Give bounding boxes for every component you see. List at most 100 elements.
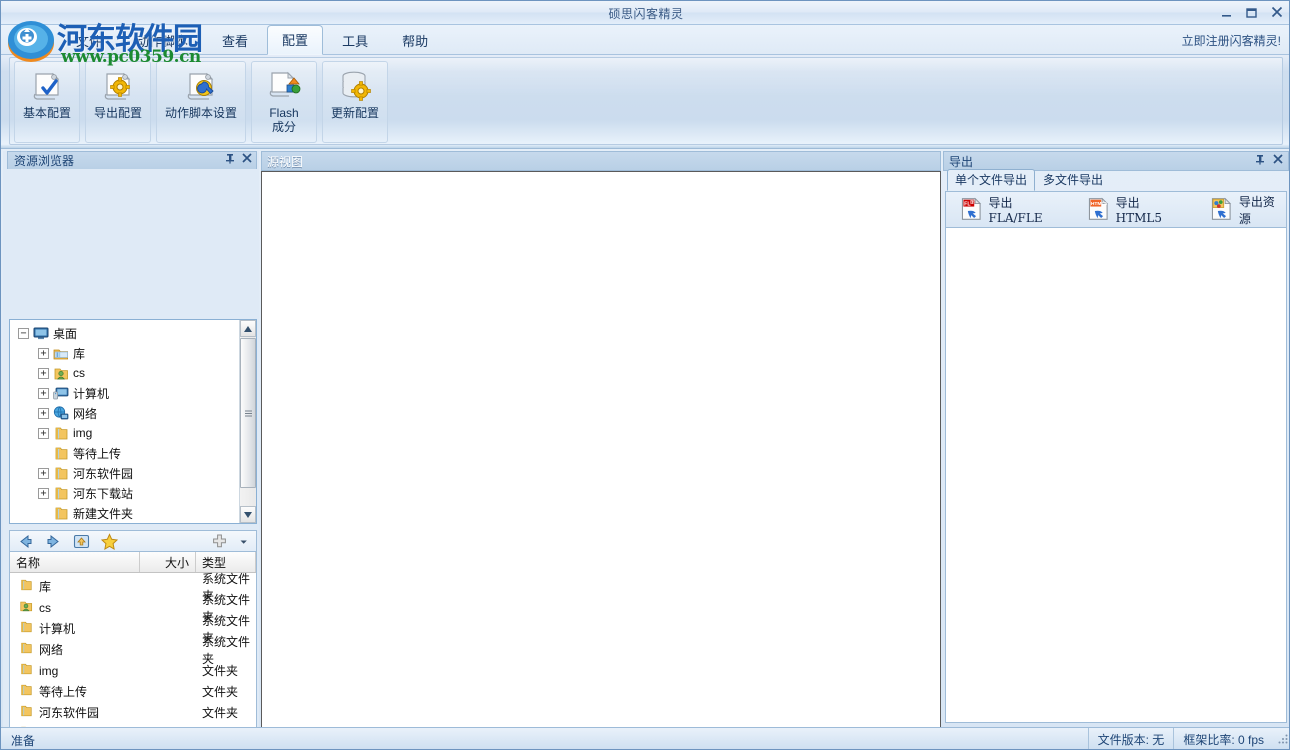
actionscript-settings-button[interactable]: 动作脚本设置 bbox=[156, 61, 246, 143]
title-bar: 硕思闪客精灵 bbox=[1, 1, 1289, 25]
scroll-gear-icon bbox=[104, 72, 131, 100]
export-resource-button[interactable]: 导出资源 bbox=[1210, 193, 1286, 227]
status-bar: 准备 文件版本: 无 框架比率: 0 fps bbox=[1, 727, 1289, 749]
register-link[interactable]: 立即注册闪客精灵! bbox=[1182, 32, 1281, 49]
tree-item-pending-upload[interactable]: 等待上传 bbox=[10, 443, 238, 463]
minimize-icon[interactable] bbox=[1218, 4, 1235, 20]
ribbon-group: 基本配置 导出配置 动作脚本设置 Flash 成分 更新配置 bbox=[9, 57, 1283, 145]
scroll-shapes-icon bbox=[269, 71, 301, 97]
folder-icon bbox=[55, 467, 68, 479]
window-title: 硕思闪客精灵 bbox=[608, 7, 684, 21]
table-row[interactable]: 等待上传 文件夹 bbox=[10, 681, 256, 702]
tab-label: 多文件导出 bbox=[1043, 173, 1104, 187]
no-expander bbox=[38, 448, 49, 459]
ribbon-label-line2: 成分 bbox=[271, 120, 296, 134]
svg-text:HTML5: HTML5 bbox=[1091, 201, 1108, 207]
tab-multi-file-export[interactable]: 多文件导出 bbox=[1035, 169, 1111, 191]
expand-icon[interactable]: + bbox=[38, 407, 49, 419]
tab-label: 单个文件导出 bbox=[955, 173, 1028, 187]
table-row[interactable]: 河东软件园 文件夹 bbox=[10, 702, 256, 723]
update-config-button[interactable]: 更新配置 bbox=[322, 61, 388, 143]
expand-icon[interactable]: + bbox=[38, 467, 49, 479]
menu-label: 配置 bbox=[282, 33, 309, 48]
tree-item-img[interactable]: + img bbox=[10, 423, 238, 443]
tree-item-cs[interactable]: + cs bbox=[10, 363, 238, 383]
source-view-header: 源视图 bbox=[261, 151, 941, 171]
flash-components-button[interactable]: Flash 成分 bbox=[251, 61, 317, 143]
column-header-name[interactable]: 名称 bbox=[10, 552, 140, 572]
scroll-down-button[interactable] bbox=[240, 506, 256, 523]
menu-item-view[interactable]: 查看 bbox=[207, 26, 263, 55]
tree-item-library[interactable]: + 库 bbox=[10, 343, 238, 363]
column-header-size[interactable]: 大小 bbox=[140, 552, 196, 572]
source-view-canvas[interactable] bbox=[261, 171, 941, 749]
user-folder-icon bbox=[19, 599, 39, 616]
expand-icon[interactable]: + bbox=[38, 347, 49, 359]
file-name-label: 等待上传 bbox=[39, 685, 88, 699]
scroll-thumb[interactable] bbox=[240, 338, 256, 488]
collapse-icon[interactable]: − bbox=[18, 327, 29, 339]
resource-browser-panel: 资源浏览器 − 桌面 + 库 + cs + 计算机 + 网络 + img 等待上… bbox=[3, 151, 259, 749]
expand-icon[interactable]: + bbox=[38, 367, 49, 379]
tree-item-desktop[interactable]: − 桌面 bbox=[10, 323, 238, 343]
tree-item-network[interactable]: + 网络 bbox=[10, 403, 238, 423]
tree-label: 等待上传 bbox=[73, 446, 122, 461]
ribbon-label: 基本配置 bbox=[22, 106, 71, 120]
favorites-star-icon[interactable] bbox=[100, 532, 119, 550]
tree-item-hedong-software[interactable]: + 河东软件园 bbox=[10, 463, 238, 483]
pin-icon[interactable] bbox=[1255, 154, 1265, 169]
dropdown-arrow-icon[interactable] bbox=[238, 533, 250, 550]
tree-item-computer[interactable]: + 计算机 bbox=[10, 383, 238, 403]
export-panel-header: 导出 bbox=[943, 151, 1289, 171]
html5-export-icon: HTML5 bbox=[1089, 197, 1109, 220]
close-icon[interactable] bbox=[1268, 4, 1285, 20]
menu-item-config[interactable]: 配置 bbox=[267, 25, 324, 55]
expand-icon[interactable]: + bbox=[38, 387, 49, 399]
network-icon bbox=[53, 405, 69, 419]
back-arrow-icon[interactable] bbox=[16, 533, 35, 550]
file-list[interactable]: 名称 大小 类型 库系统文件夹 cs 系统文件夹 计算机 系统文件夹 网络 系统文件夹 img… bbox=[9, 552, 257, 749]
cell-name: 河东软件园 bbox=[10, 704, 140, 721]
menu-item-help[interactable]: 帮助 bbox=[387, 26, 443, 55]
tree-vertical-scrollbar[interactable] bbox=[239, 320, 256, 523]
close-icon[interactable] bbox=[1273, 154, 1283, 169]
menu-bar: 文件 动作脚本 查看 配置 工具 帮助 立即注册闪客精灵! bbox=[1, 25, 1289, 55]
export-tabs: 单个文件导出 多文件导出 bbox=[943, 169, 1289, 191]
table-row[interactable]: img 文件夹 bbox=[10, 660, 256, 681]
menu-item-file[interactable]: 文件 bbox=[61, 26, 117, 55]
menu-label: 工具 bbox=[342, 34, 369, 49]
export-html5-button[interactable]: HTML5 导出 HTML5 bbox=[1087, 194, 1188, 225]
add-plus-icon[interactable] bbox=[210, 533, 229, 550]
table-row[interactable]: 网络 系统文件夹 bbox=[10, 635, 256, 666]
fla-export-icon: FL Fx bbox=[961, 197, 982, 220]
window-controls bbox=[1218, 4, 1285, 20]
close-icon[interactable] bbox=[242, 153, 252, 168]
maximize-icon[interactable] bbox=[1243, 4, 1260, 20]
export-panel-body[interactable] bbox=[945, 228, 1287, 723]
export-button-label: 导出资源 bbox=[1238, 194, 1275, 226]
resize-grip-icon[interactable] bbox=[1278, 734, 1288, 744]
expand-icon[interactable]: + bbox=[38, 487, 49, 499]
resource-export-icon bbox=[1212, 197, 1232, 220]
forward-arrow-icon[interactable] bbox=[44, 533, 63, 550]
basic-config-button[interactable]: 基本配置 bbox=[14, 61, 80, 143]
tree-item-new-folder[interactable]: 新建文件夹 bbox=[10, 503, 238, 523]
tree-label: 计算机 bbox=[73, 386, 110, 401]
folder-tree[interactable]: − 桌面 + 库 + cs + 计算机 + 网络 + img 等待上传 + 河东… bbox=[9, 319, 257, 524]
ribbon-buttons: 基本配置 导出配置 动作脚本设置 Flash 成分 更新配置 bbox=[14, 61, 393, 143]
tree-label: img bbox=[73, 426, 93, 440]
pin-icon[interactable] bbox=[225, 153, 235, 168]
export-fla-button[interactable]: FL Fx 导出FLA/FLE bbox=[960, 194, 1065, 225]
menu-item-actionscript[interactable]: 动作脚本 bbox=[121, 26, 203, 55]
menu-item-tools[interactable]: 工具 bbox=[327, 26, 383, 55]
tree-item-hedong-download[interactable]: + 河东下载站 bbox=[10, 483, 238, 503]
scroll-up-button[interactable] bbox=[240, 320, 256, 337]
up-folder-icon[interactable] bbox=[72, 533, 91, 550]
folder-icon bbox=[55, 507, 68, 519]
export-actions-bar: FL Fx 导出FLA/FLE HTML5 导出 HTML5 导出资源 bbox=[945, 191, 1287, 228]
tree-label: 库 bbox=[73, 346, 86, 361]
cell-name: 库 bbox=[10, 578, 140, 595]
export-config-button[interactable]: 导出配置 bbox=[85, 61, 151, 143]
expand-icon[interactable]: + bbox=[38, 427, 49, 439]
tab-single-file-export[interactable]: 单个文件导出 bbox=[947, 169, 1036, 191]
